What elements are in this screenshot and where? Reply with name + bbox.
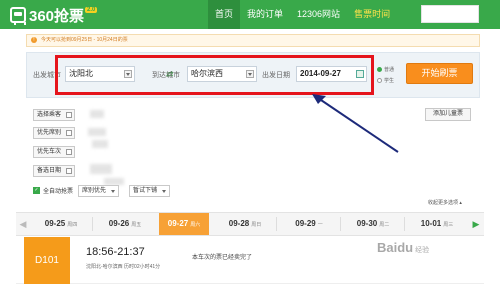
main-nav: 首页 我的订单 12306网站 售票时间 — [208, 0, 397, 29]
annotation-highlight-box — [55, 55, 374, 95]
nav-sale-time[interactable]: 售票时间 — [347, 0, 397, 29]
date-strip: ◀ 09-25 周四 09-26 周五 09-27 周六 09-28 周日 09-29 一… — [16, 212, 484, 236]
sold-out-note: 本车次的票已经卖完了 — [192, 255, 253, 261]
watermark-brand: Baidu — [377, 240, 414, 255]
radio-selected-icon[interactable] — [377, 67, 382, 72]
date-tab-active[interactable]: 09-27 周六 — [159, 213, 209, 235]
logo[interactable]: 360抢票 2.0 — [10, 6, 98, 25]
logo-version-badge: 2.0 — [85, 7, 98, 13]
watermark-suffix: 经验 — [415, 247, 430, 254]
blurred-content — [92, 140, 108, 148]
nav-home[interactable]: 首页 — [208, 0, 241, 29]
start-refresh-button[interactable]: 开始刷票 — [406, 63, 473, 84]
seat-priority-button[interactable]: 优先席别 — [33, 127, 75, 139]
radio-unselected-icon[interactable] — [377, 78, 382, 83]
logo-text: 360抢票 — [29, 7, 85, 25]
add-child-ticket-button[interactable]: 添加儿童票 — [425, 108, 471, 121]
top-navigation-bar: 360抢票 2.0 首页 我的订单 12306网站 售票时间 — [0, 0, 500, 29]
notice-bar: 今天可以抢到09月25日 - 10月24日的票 — [26, 34, 480, 47]
berth-select[interactable]: 暂试下铺 — [129, 184, 171, 197]
radio-student-label: 学生 — [384, 78, 395, 84]
date-tab[interactable]: 09-25 周四 — [36, 213, 86, 235]
train-route: 沈阳北-哈尔滨西 历时02小时41分 — [86, 264, 161, 270]
plus-icon — [66, 168, 72, 174]
backup-date-button[interactable]: 备选日期 — [33, 165, 75, 177]
select-passenger-button[interactable]: 选择乘客 — [33, 109, 75, 121]
radio-student[interactable]: 学生 — [377, 77, 394, 84]
filter-label: 选择乘客 — [37, 112, 62, 118]
annotation-arrow-icon — [312, 94, 399, 153]
train-icon — [10, 7, 26, 25]
train-priority-button[interactable]: 优先车次 — [33, 146, 75, 158]
seat-priority-select[interactable]: 席别优先 — [78, 184, 120, 197]
date-tab[interactable]: 10-01 周三 — [412, 213, 462, 235]
filter-label: 优先车次 — [37, 149, 62, 155]
blurred-content — [88, 128, 106, 136]
checkbox-checked-icon[interactable]: ✓ — [33, 187, 40, 194]
collapse-options-link[interactable]: 收起更多选项 ▴ — [428, 199, 462, 206]
next-arrow-icon[interactable]: ▶ — [471, 218, 481, 230]
collapse-options-label: 收起更多选项 — [428, 200, 459, 206]
radio-normal-label: 普通 — [384, 67, 395, 73]
date-tab[interactable]: 09-30 周二 — [348, 213, 398, 235]
filter-label: 优先席别 — [37, 130, 62, 136]
plus-icon — [66, 149, 72, 155]
prev-arrow-icon[interactable]: ◀ — [18, 218, 28, 230]
train-code: D101 — [24, 237, 70, 284]
auto-booking-label: 全自动抢票 — [43, 189, 74, 195]
baidu-watermark: Baidu 经验 — [377, 240, 429, 255]
plus-icon — [66, 130, 72, 136]
blurred-content — [90, 164, 112, 174]
filter-label: 备选日期 — [37, 168, 62, 174]
date-tab[interactable]: 09-28 周日 — [220, 213, 270, 235]
plus-icon — [66, 112, 72, 118]
date-tab[interactable]: 09-26 周五 — [100, 213, 150, 235]
nav-12306[interactable]: 12306网站 — [290, 0, 347, 29]
nav-my-orders[interactable]: 我的订单 — [240, 0, 290, 29]
auto-booking-row: ✓ 全自动抢票 席别优先 暂试下铺 — [33, 184, 171, 197]
date-tab[interactable]: 09-29 一 — [284, 213, 334, 235]
blurred-content — [90, 110, 104, 118]
train-time: 18:56-21:37 — [86, 246, 145, 258]
header-search-box[interactable] — [421, 5, 479, 23]
radio-normal[interactable]: 普通 — [377, 66, 394, 73]
